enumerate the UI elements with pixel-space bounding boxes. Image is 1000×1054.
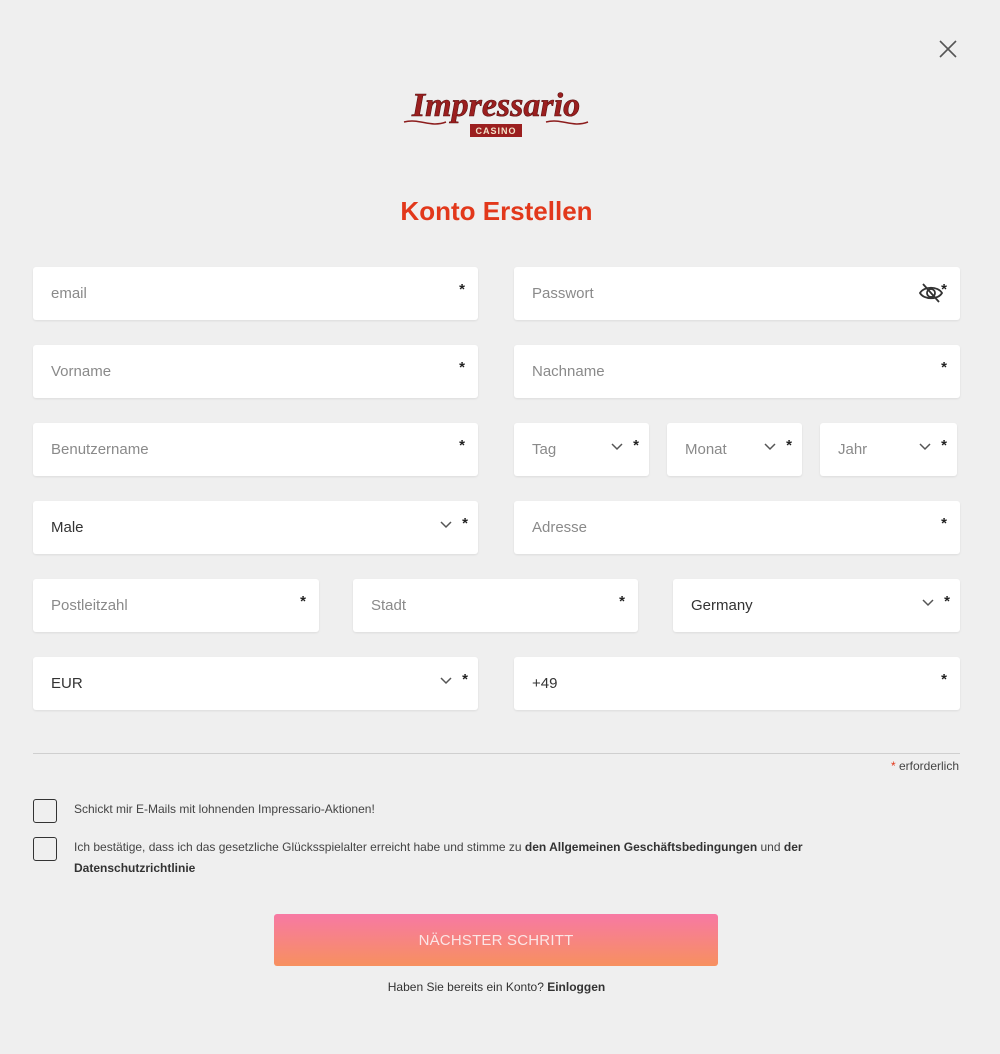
city-input[interactable] [353, 579, 638, 632]
required-marker: * [941, 437, 947, 454]
chevron-down-icon [764, 443, 776, 451]
promo-checkbox-label: Schickt mir E-Mails mit lohnenden Impres… [74, 802, 375, 816]
required-note-text: erforderlich [898, 759, 959, 773]
chevron-down-icon [440, 677, 452, 685]
city-field[interactable]: * [353, 579, 638, 632]
address-input[interactable] [514, 501, 960, 554]
gender-select-value: Male [51, 519, 84, 536]
phone-input[interactable] [514, 657, 960, 710]
currency-select[interactable]: EUR * [33, 657, 478, 710]
privacy-link-prefix[interactable]: der [784, 840, 803, 854]
year-select-value: Jahr [838, 441, 868, 458]
required-marker: * [890, 759, 896, 773]
terms-and-text: und [757, 840, 784, 854]
close-button[interactable] [936, 37, 960, 61]
terms-checkbox[interactable] [33, 837, 57, 861]
chevron-down-icon [919, 443, 931, 451]
month-select-value: Monat [685, 441, 727, 458]
required-marker: * [941, 515, 947, 532]
login-prompt-text: Haben Sie bereits ein Konto? [387, 980, 548, 994]
required-marker: * [459, 359, 465, 376]
email-input[interactable] [33, 267, 478, 320]
day-select[interactable]: Tag * [514, 423, 649, 476]
required-marker: * [459, 437, 465, 454]
logo-wordmark: Impressario [411, 87, 580, 124]
privacy-link[interactable]: Datenschutzrichtlinie [74, 861, 195, 875]
next-step-button[interactable]: NÄCHSTER SCHRITT [274, 914, 718, 966]
login-prompt: Haben Sie bereits ein Konto? Einloggen [0, 980, 993, 994]
day-select-value: Tag [532, 441, 557, 458]
page-title: Konto Erstellen [400, 196, 593, 226]
required-note: * erforderlich [891, 759, 959, 773]
first-name-field[interactable]: * [33, 345, 478, 398]
required-marker: * [941, 359, 947, 376]
year-select[interactable]: Jahr * [820, 423, 957, 476]
postal-code-input[interactable] [33, 579, 319, 632]
last-name-input[interactable] [514, 345, 960, 398]
gender-select[interactable]: Male * [33, 501, 478, 554]
required-marker: * [619, 593, 625, 610]
required-marker: * [459, 281, 465, 298]
chevron-down-icon [922, 599, 934, 607]
country-select-value: Germany [691, 597, 753, 614]
password-field[interactable]: * [514, 267, 960, 320]
postal-code-field[interactable]: * [33, 579, 319, 632]
required-marker: * [462, 671, 468, 688]
email-field[interactable]: * [33, 267, 478, 320]
month-select[interactable]: Monat * [667, 423, 802, 476]
address-field[interactable]: * [514, 501, 960, 554]
logo-subtitle: CASINO [475, 126, 516, 136]
username-field[interactable]: * [33, 423, 478, 476]
currency-select-value: EUR [51, 675, 83, 692]
chevron-down-icon [611, 443, 623, 451]
terms-checkbox-label: Ich bestätige, dass ich das gesetzliche … [74, 837, 894, 879]
required-marker: * [941, 281, 947, 298]
last-name-field[interactable]: * [514, 345, 960, 398]
divider [33, 753, 960, 754]
terms-text: Ich bestätige, dass ich das gesetzliche … [74, 840, 525, 854]
password-input[interactable] [514, 267, 960, 320]
required-marker: * [786, 437, 792, 454]
eye-off-icon[interactable] [918, 282, 944, 304]
chevron-down-icon [440, 521, 452, 529]
terms-link[interactable]: den Allgemeinen Geschäftsbedingungen [525, 840, 757, 854]
country-select[interactable]: Germany * [673, 579, 960, 632]
required-marker: * [300, 593, 306, 610]
required-marker: * [462, 515, 468, 532]
first-name-input[interactable] [33, 345, 478, 398]
login-link[interactable]: Einloggen [547, 980, 605, 994]
required-marker: * [941, 671, 947, 688]
logo: Impressario CASINO [400, 78, 592, 142]
username-input[interactable] [33, 423, 478, 476]
required-marker: * [944, 593, 950, 610]
phone-field[interactable]: * [514, 657, 960, 710]
required-marker: * [633, 437, 639, 454]
promo-checkbox[interactable] [33, 799, 57, 823]
close-icon [939, 40, 957, 58]
